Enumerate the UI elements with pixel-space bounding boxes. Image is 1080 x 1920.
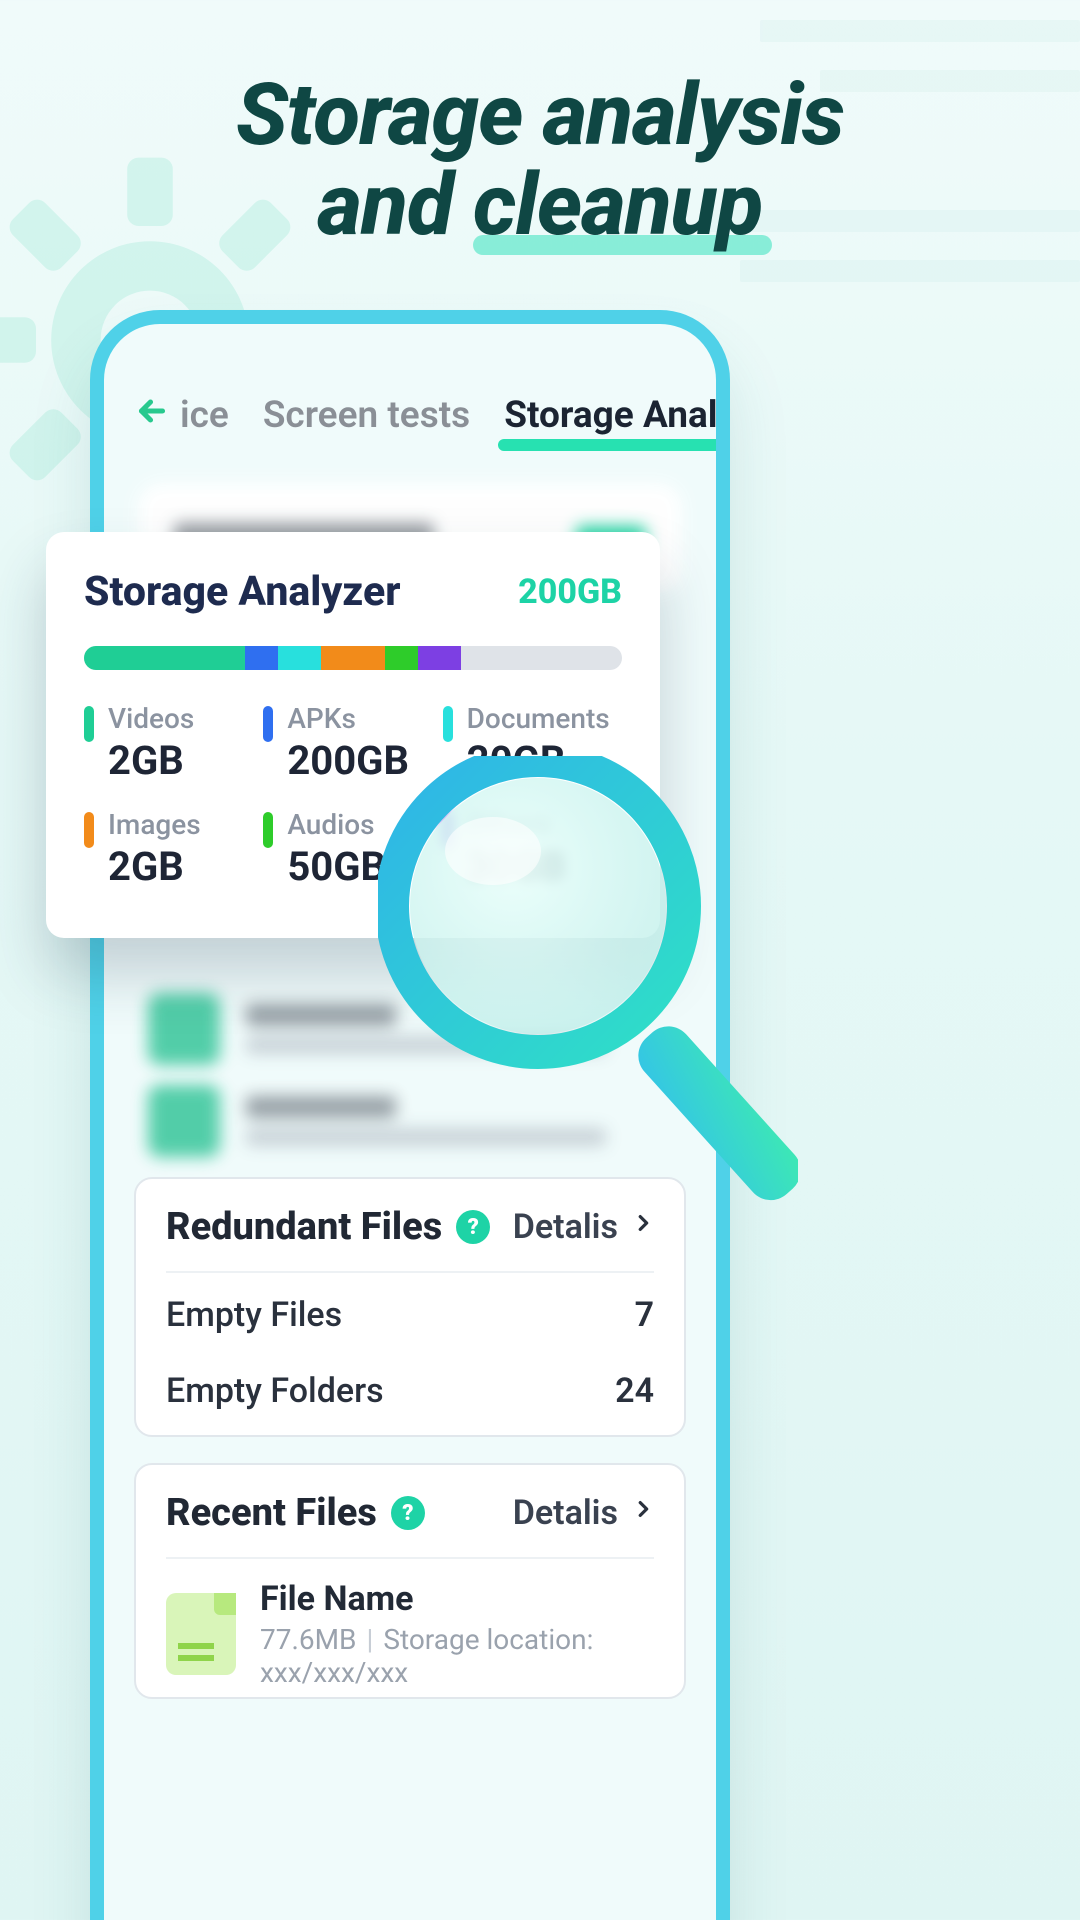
category-label: APKs xyxy=(287,702,409,735)
analyzer-title: Storage Analyzer xyxy=(84,568,400,616)
category-apks[interactable]: APKs200GB xyxy=(263,696,442,802)
tab-partial[interactable]: ice xyxy=(170,388,239,443)
category-value: 20GB xyxy=(467,737,610,784)
recent-file-name: File Name xyxy=(260,1579,654,1619)
tab-storage-analyzer[interactable]: Storage Analyzer xyxy=(494,388,730,443)
redundant-files-card: Redundant Files ? Detalis Empty Files7Em… xyxy=(134,1177,686,1437)
category-videos[interactable]: Videos2GB xyxy=(84,696,263,802)
bar-segment-apks xyxy=(245,646,277,670)
category-color-icon xyxy=(443,812,453,848)
category-color-icon xyxy=(84,706,94,742)
file-icon xyxy=(166,1593,236,1675)
bar-segment-others xyxy=(418,646,461,670)
category-value: 2GB xyxy=(108,843,201,890)
storage-categories: Videos2GBAPKs200GBDocuments20GBImages2GB… xyxy=(84,696,622,908)
redundant-row[interactable]: Empty Folders 24 xyxy=(166,1349,654,1425)
category-label: Images xyxy=(108,808,201,841)
category-color-icon xyxy=(263,812,273,848)
redundant-title: Redundant Files xyxy=(166,1205,442,1249)
bar-segment-audios xyxy=(385,646,417,670)
category-documents[interactable]: Documents20GB xyxy=(443,696,622,802)
redundant-row-value: 7 xyxy=(635,1295,654,1335)
category-label: Documents xyxy=(467,702,610,735)
category-color-icon xyxy=(263,706,273,742)
recent-files-card: Recent Files ? Detalis File Name 77.6MB|… xyxy=(134,1463,686,1699)
category-value: 50GB xyxy=(287,843,386,890)
tab-header: ice Screen tests Storage Analyzer xyxy=(134,388,686,443)
recent-file-subtitle: 77.6MB|Storage location: xxx/xxx/xxx xyxy=(260,1623,654,1689)
redundant-row[interactable]: Empty Files 7 xyxy=(166,1273,654,1349)
bar-segment-documents xyxy=(278,646,321,670)
category-value: 200GB xyxy=(287,737,409,784)
redundant-details-link[interactable]: Detalis xyxy=(513,1207,654,1247)
recent-file-item[interactable]: File Name 77.6MB|Storage location: xxx/x… xyxy=(166,1559,654,1693)
storage-analyzer-card: Storage Analyzer 200GB Videos2GBAPKs200G… xyxy=(46,532,660,938)
hero-title: Storage analysis and cleanup xyxy=(0,70,1080,251)
category-color-icon xyxy=(443,706,453,742)
help-icon[interactable]: ? xyxy=(456,1210,490,1244)
recent-title: Recent Files xyxy=(166,1491,377,1535)
help-icon[interactable]: ? xyxy=(391,1496,425,1530)
blurred-file-row xyxy=(134,993,686,1065)
tab-screen-tests[interactable]: Screen tests xyxy=(253,388,480,443)
category-value: 2GB xyxy=(108,737,194,784)
category-others[interactable]: Others30GB xyxy=(443,802,622,908)
redundant-row-value: 24 xyxy=(615,1371,654,1411)
category-label: Others xyxy=(467,808,566,841)
redundant-row-label: Empty Folders xyxy=(166,1371,384,1411)
bar-segment-images xyxy=(321,646,386,670)
bar-segment-videos xyxy=(84,646,245,670)
blurred-file-row xyxy=(134,1085,686,1157)
category-audios[interactable]: Audios50GB xyxy=(263,802,442,908)
analyzer-total: 200GB xyxy=(518,572,622,612)
storage-bar-chart xyxy=(84,646,622,670)
back-icon[interactable] xyxy=(134,392,170,439)
category-label: Audios xyxy=(287,808,386,841)
redundant-row-label: Empty Files xyxy=(166,1295,342,1335)
recent-details-link[interactable]: Detalis xyxy=(513,1493,654,1533)
category-value: 30GB xyxy=(467,843,566,890)
category-images[interactable]: Images2GB xyxy=(84,802,263,908)
chevron-right-icon xyxy=(632,1493,654,1533)
category-label: Videos xyxy=(108,702,194,735)
category-color-icon xyxy=(84,812,94,848)
chevron-right-icon xyxy=(632,1207,654,1247)
